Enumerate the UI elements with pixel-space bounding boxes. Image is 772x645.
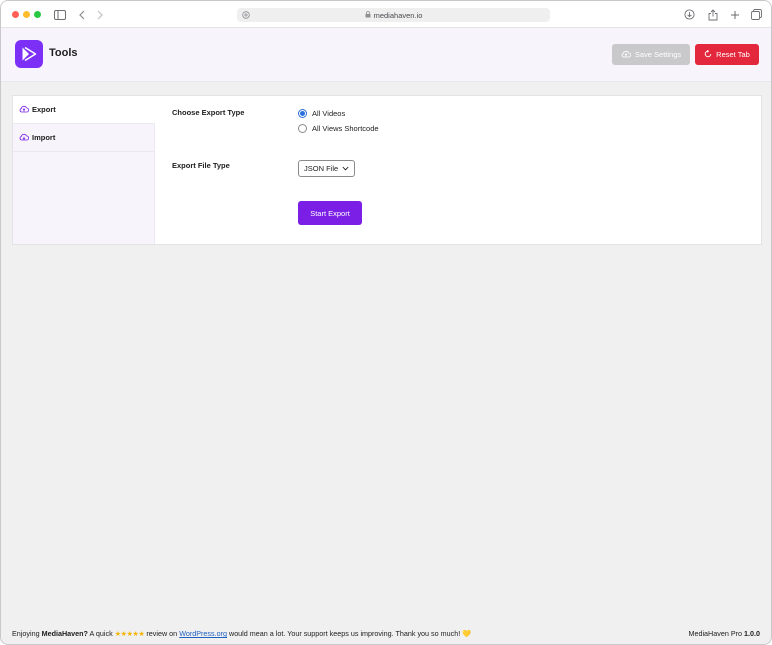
heart-icon: 💛 [462,629,472,638]
export-type-label: Choose Export Type [172,108,245,117]
wordpress-review-link[interactable]: WordPress.org [179,629,227,638]
reset-tab-label: Reset Tab [716,50,750,59]
browser-toolbar: mediahaven.io [1,1,771,28]
chevron-down-icon [342,164,349,173]
radio-button[interactable] [298,124,307,133]
version-prefix: MediaHaven Pro [688,629,744,638]
downloads-icon[interactable] [683,8,696,21]
privacy-shield-icon [242,11,250,21]
app-header: Tools Save Settings Reset Tab [1,28,771,82]
footer-prefix: Enjoying [12,629,42,638]
footer-brand: MediaHaven? [41,629,88,638]
minimize-window-button[interactable] [23,11,30,18]
back-icon[interactable] [75,8,88,21]
save-settings-button[interactable]: Save Settings [612,44,690,65]
sidebar-toggle-icon[interactable] [53,8,66,21]
close-window-button[interactable] [12,11,19,18]
sidebar-item-label: Export [32,105,56,114]
forward-icon[interactable] [93,8,106,21]
reset-tab-button[interactable]: Reset Tab [695,44,759,65]
radio-all-views-shortcode[interactable]: All Views Shortcode [298,124,379,133]
cloud-upload-icon [621,50,631,60]
cloud-download-icon [19,133,30,143]
mediahaven-logo-icon [15,40,43,68]
export-file-type-label: Export File Type [172,161,230,170]
radio-label: All Videos [312,109,346,118]
url-text: mediahaven.io [373,10,423,20]
sidebar-item-label: Import [32,133,56,142]
lock-icon [365,10,371,20]
footer-mid: A quick [87,629,115,638]
star-rating-icon: ★★★★★ [114,629,145,638]
start-export-button[interactable]: Start Export [298,201,362,225]
page-title: Tools [49,47,78,59]
share-icon[interactable] [706,8,719,21]
tools-panel: Export Import Choose Export Type All Vid… [12,95,762,245]
tools-sidebar: Export Import [13,96,155,244]
new-tab-icon[interactable] [728,8,741,21]
footer-suffix: would mean a lot. Your support keeps us … [227,629,463,638]
footer-version: MediaHaven Pro 1.0.0 [688,629,760,638]
browser-window: mediahaven.io Tools Save Settings Reset … [0,0,772,645]
radio-label: All Views Shortcode [312,124,379,133]
maximize-window-button[interactable] [34,11,41,18]
sidebar-item-import[interactable]: Import [13,124,154,152]
cloud-upload-icon [19,105,30,115]
reset-icon [704,49,712,60]
radio-button[interactable] [298,109,307,118]
footer-review-on: review on [144,629,180,638]
footer-review-message: Enjoying MediaHaven? A quick ★★★★★ revie… [12,629,471,638]
sidebar-item-export[interactable]: Export [13,96,155,124]
file-type-select[interactable]: JSON File [298,160,355,177]
tab-overview-icon[interactable] [750,8,763,21]
file-type-value: JSON File [304,164,339,173]
version-number: 1.0.0 [744,629,760,638]
radio-all-videos[interactable]: All Videos [298,109,345,118]
address-bar[interactable]: mediahaven.io [237,8,550,22]
save-settings-label: Save Settings [634,50,682,59]
